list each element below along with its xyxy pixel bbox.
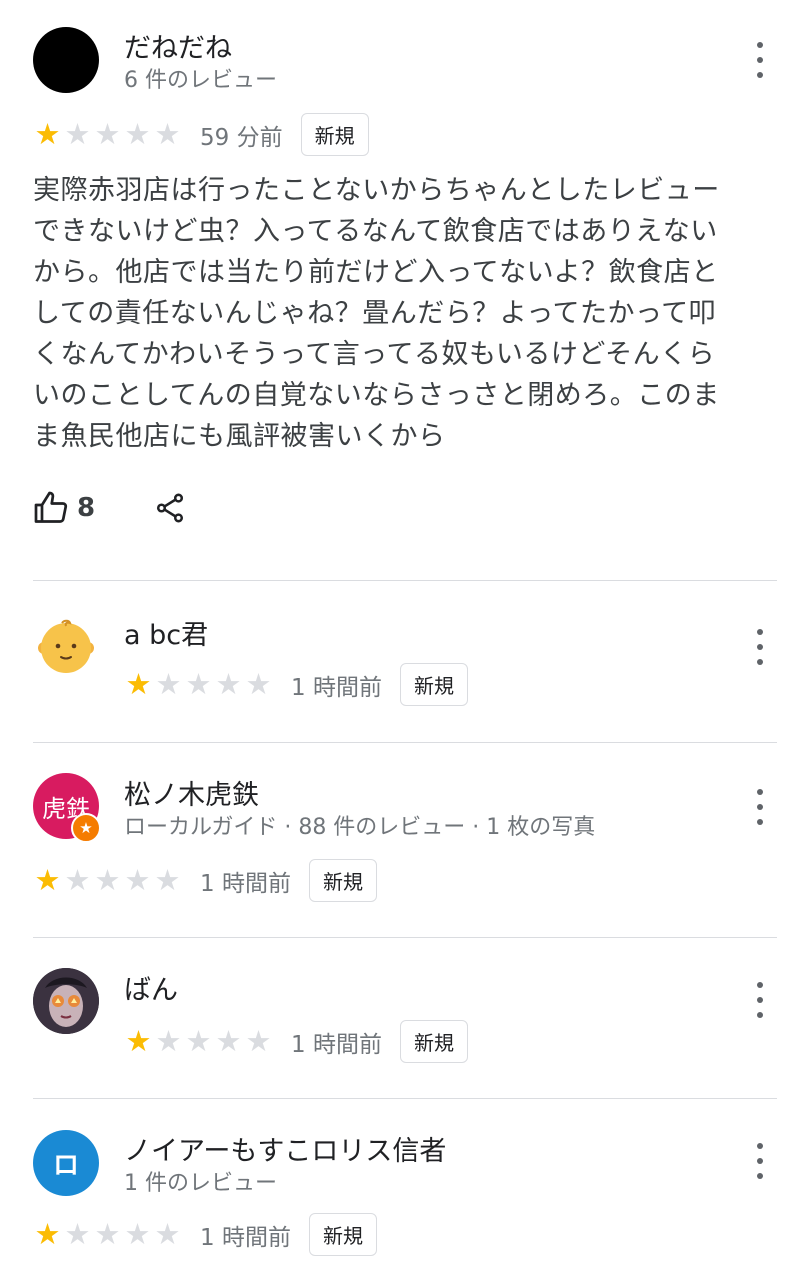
star-icon: ★ — [124, 1217, 151, 1251]
star-icon: ★ — [245, 667, 272, 701]
star-icon: ★ — [34, 117, 61, 151]
reviewer-name[interactable]: だねだね — [124, 26, 232, 65]
star-icon: ★ — [34, 863, 61, 897]
new-badge: 新規 — [399, 663, 468, 706]
star-icon: ★ — [64, 1217, 91, 1251]
rating-row: ★ ★ ★ ★ ★ 59 分前 新規 — [33, 113, 369, 156]
reviewer-meta: 6 件のレビュー — [124, 68, 277, 93]
reviewer-name[interactable]: a bc君 — [124, 613, 208, 652]
share-button[interactable] — [153, 491, 187, 525]
star-icon: ★ — [124, 863, 151, 897]
star-rating: ★ ★ ★ ★ ★ — [124, 1027, 273, 1056]
star-rating: ★ ★ ★ ★ ★ — [33, 120, 182, 149]
review-time: 1 時間前 — [291, 1031, 382, 1058]
star-icon: ★ — [215, 1024, 242, 1058]
review-time: 1 時間前 — [200, 1224, 291, 1251]
local-guide-badge-icon: ★ — [71, 813, 101, 843]
reviewer-name[interactable]: ノイアーもすこロリス信者 — [124, 1129, 446, 1168]
like-button[interactable]: 8 — [33, 490, 95, 526]
profile-photo-icon — [33, 968, 99, 1034]
thumbs-up-icon — [34, 491, 68, 523]
star-icon: ★ — [215, 667, 242, 701]
new-badge: 新規 — [399, 1020, 468, 1063]
star-icon: ★ — [64, 117, 91, 151]
rating-row: ★ ★ ★ ★ ★ 1 時間前 新規 — [33, 859, 377, 902]
star-icon: ★ — [34, 1217, 61, 1251]
star-icon: ★ — [154, 1217, 181, 1251]
new-badge: 新規 — [300, 113, 369, 156]
avatar[interactable] — [33, 613, 99, 679]
review-actions: 8 — [33, 490, 187, 526]
avatar[interactable] — [33, 968, 99, 1034]
divider — [33, 1098, 777, 1099]
like-count: 8 — [77, 493, 96, 523]
divider — [33, 937, 777, 938]
reviewer-name[interactable]: ばん — [124, 968, 178, 1007]
star-icon: ★ — [155, 1024, 182, 1058]
divider — [33, 580, 777, 581]
new-badge: 新規 — [308, 859, 377, 902]
more-options-icon[interactable] — [748, 1143, 772, 1179]
baby-face-icon — [38, 619, 94, 673]
more-options-icon[interactable] — [748, 629, 772, 665]
star-icon: ★ — [245, 1024, 272, 1058]
rating-row: ★ ★ ★ ★ ★ 1 時間前 新規 — [33, 1213, 377, 1256]
review-text: 実際赤羽店は行ったことないからちゃんとしたレビューできないけど虫？入ってるなんて… — [33, 175, 720, 452]
more-options-icon[interactable] — [748, 42, 772, 78]
review-time: 59 分前 — [200, 124, 283, 151]
more-options-icon[interactable] — [748, 789, 772, 825]
reviewer-name[interactable]: 松ノ木虎鉄 — [124, 773, 259, 812]
star-icon: ★ — [185, 667, 212, 701]
rating-row: ★ ★ ★ ★ ★ 1 時間前 新規 — [124, 1020, 468, 1063]
review-time: 1 時間前 — [291, 674, 382, 701]
star-icon: ★ — [124, 117, 151, 151]
star-icon: ★ — [154, 863, 181, 897]
star-icon: ★ — [125, 1024, 152, 1058]
reviewer-meta: 1 件のレビュー — [124, 1171, 277, 1196]
avatar[interactable]: ロ — [33, 1130, 99, 1196]
reviewer-meta: ローカルガイド · 88 件のレビュー · 1 枚の写真 — [124, 815, 596, 840]
star-rating: ★ ★ ★ ★ ★ — [33, 1220, 182, 1249]
star-rating: ★ ★ ★ ★ ★ — [124, 670, 273, 699]
avatar-initials: ロ — [52, 1150, 79, 1181]
star-icon: ★ — [64, 863, 91, 897]
star-rating: ★ ★ ★ ★ ★ — [33, 866, 182, 895]
avatar[interactable] — [33, 27, 99, 93]
star-icon: ★ — [154, 117, 181, 151]
star-icon: ★ — [94, 863, 121, 897]
star-icon: ★ — [155, 667, 182, 701]
divider — [33, 742, 777, 743]
star-icon: ★ — [94, 1217, 121, 1251]
rating-row: ★ ★ ★ ★ ★ 1 時間前 新規 — [124, 663, 468, 706]
avatar[interactable]: 虎鉄 ★ — [33, 773, 101, 843]
star-icon: ★ — [185, 1024, 212, 1058]
star-icon: ★ — [94, 117, 121, 151]
review-time: 1 時間前 — [200, 870, 291, 897]
new-badge: 新規 — [308, 1213, 377, 1256]
share-icon — [157, 493, 184, 523]
star-icon: ★ — [125, 667, 152, 701]
more-options-icon[interactable] — [748, 982, 772, 1018]
